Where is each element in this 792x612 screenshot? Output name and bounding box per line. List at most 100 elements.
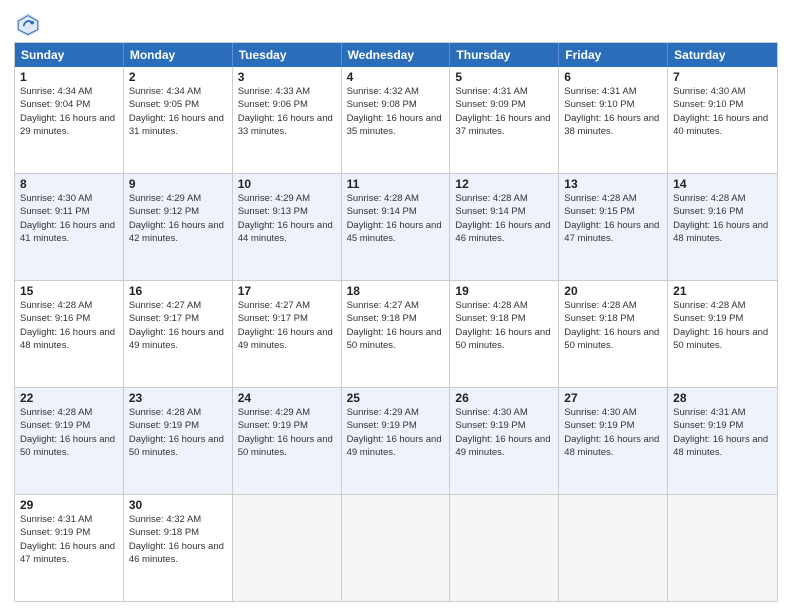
header (14, 10, 778, 38)
calendar: SundayMondayTuesdayWednesdayThursdayFrid… (14, 42, 778, 602)
day-info: Sunrise: 4:33 AMSunset: 9:06 PMDaylight:… (238, 85, 336, 138)
day-info: Sunrise: 4:28 AMSunset: 9:16 PMDaylight:… (20, 299, 118, 352)
day-number: 24 (238, 391, 336, 405)
day-number: 11 (347, 177, 445, 191)
cal-header-tuesday: Tuesday (233, 43, 342, 67)
calendar-cell-3-1: 23Sunrise: 4:28 AMSunset: 9:19 PMDayligh… (124, 388, 233, 494)
cal-header-sunday: Sunday (15, 43, 124, 67)
calendar-row-2: 15Sunrise: 4:28 AMSunset: 9:16 PMDayligh… (15, 280, 777, 387)
day-number: 26 (455, 391, 553, 405)
day-number: 7 (673, 70, 772, 84)
day-info: Sunrise: 4:34 AMSunset: 9:04 PMDaylight:… (20, 85, 118, 138)
day-number: 5 (455, 70, 553, 84)
day-info: Sunrise: 4:30 AMSunset: 9:10 PMDaylight:… (673, 85, 772, 138)
day-number: 25 (347, 391, 445, 405)
day-number: 9 (129, 177, 227, 191)
cal-header-friday: Friday (559, 43, 668, 67)
logo-icon (14, 10, 42, 38)
day-info: Sunrise: 4:28 AMSunset: 9:19 PMDaylight:… (20, 406, 118, 459)
calendar-cell-3-2: 24Sunrise: 4:29 AMSunset: 9:19 PMDayligh… (233, 388, 342, 494)
page: SundayMondayTuesdayWednesdayThursdayFrid… (0, 0, 792, 612)
cal-header-saturday: Saturday (668, 43, 777, 67)
day-number: 14 (673, 177, 772, 191)
day-info: Sunrise: 4:27 AMSunset: 9:17 PMDaylight:… (129, 299, 227, 352)
calendar-cell-0-5: 6Sunrise: 4:31 AMSunset: 9:10 PMDaylight… (559, 67, 668, 173)
day-number: 15 (20, 284, 118, 298)
cal-header-wednesday: Wednesday (342, 43, 451, 67)
day-number: 4 (347, 70, 445, 84)
calendar-row-4: 29Sunrise: 4:31 AMSunset: 9:19 PMDayligh… (15, 494, 777, 601)
calendar-cell-0-4: 5Sunrise: 4:31 AMSunset: 9:09 PMDaylight… (450, 67, 559, 173)
day-info: Sunrise: 4:28 AMSunset: 9:15 PMDaylight:… (564, 192, 662, 245)
calendar-cell-2-6: 21Sunrise: 4:28 AMSunset: 9:19 PMDayligh… (668, 281, 777, 387)
day-info: Sunrise: 4:29 AMSunset: 9:12 PMDaylight:… (129, 192, 227, 245)
day-info: Sunrise: 4:28 AMSunset: 9:19 PMDaylight:… (673, 299, 772, 352)
day-info: Sunrise: 4:30 AMSunset: 9:19 PMDaylight:… (564, 406, 662, 459)
day-number: 23 (129, 391, 227, 405)
calendar-cell-1-3: 11Sunrise: 4:28 AMSunset: 9:14 PMDayligh… (342, 174, 451, 280)
calendar-cell-0-0: 1Sunrise: 4:34 AMSunset: 9:04 PMDaylight… (15, 67, 124, 173)
calendar-cell-1-5: 13Sunrise: 4:28 AMSunset: 9:15 PMDayligh… (559, 174, 668, 280)
day-number: 20 (564, 284, 662, 298)
calendar-cell-1-4: 12Sunrise: 4:28 AMSunset: 9:14 PMDayligh… (450, 174, 559, 280)
day-info: Sunrise: 4:32 AMSunset: 9:18 PMDaylight:… (129, 513, 227, 566)
day-info: Sunrise: 4:30 AMSunset: 9:19 PMDaylight:… (455, 406, 553, 459)
cal-header-monday: Monday (124, 43, 233, 67)
day-info: Sunrise: 4:31 AMSunset: 9:09 PMDaylight:… (455, 85, 553, 138)
calendar-cell-4-6 (668, 495, 777, 601)
day-info: Sunrise: 4:31 AMSunset: 9:19 PMDaylight:… (20, 513, 118, 566)
day-info: Sunrise: 4:28 AMSunset: 9:19 PMDaylight:… (129, 406, 227, 459)
day-info: Sunrise: 4:28 AMSunset: 9:18 PMDaylight:… (564, 299, 662, 352)
calendar-cell-4-0: 29Sunrise: 4:31 AMSunset: 9:19 PMDayligh… (15, 495, 124, 601)
day-number: 30 (129, 498, 227, 512)
calendar-cell-4-1: 30Sunrise: 4:32 AMSunset: 9:18 PMDayligh… (124, 495, 233, 601)
day-info: Sunrise: 4:32 AMSunset: 9:08 PMDaylight:… (347, 85, 445, 138)
calendar-cell-4-3 (342, 495, 451, 601)
day-number: 29 (20, 498, 118, 512)
calendar-row-1: 8Sunrise: 4:30 AMSunset: 9:11 PMDaylight… (15, 173, 777, 280)
calendar-cell-3-4: 26Sunrise: 4:30 AMSunset: 9:19 PMDayligh… (450, 388, 559, 494)
calendar-cell-3-5: 27Sunrise: 4:30 AMSunset: 9:19 PMDayligh… (559, 388, 668, 494)
calendar-header-row: SundayMondayTuesdayWednesdayThursdayFrid… (15, 43, 777, 67)
calendar-cell-3-3: 25Sunrise: 4:29 AMSunset: 9:19 PMDayligh… (342, 388, 451, 494)
day-info: Sunrise: 4:28 AMSunset: 9:14 PMDaylight:… (347, 192, 445, 245)
calendar-cell-2-0: 15Sunrise: 4:28 AMSunset: 9:16 PMDayligh… (15, 281, 124, 387)
calendar-cell-3-0: 22Sunrise: 4:28 AMSunset: 9:19 PMDayligh… (15, 388, 124, 494)
calendar-cell-4-2 (233, 495, 342, 601)
calendar-cell-0-2: 3Sunrise: 4:33 AMSunset: 9:06 PMDaylight… (233, 67, 342, 173)
day-number: 1 (20, 70, 118, 84)
day-number: 18 (347, 284, 445, 298)
day-number: 10 (238, 177, 336, 191)
calendar-cell-1-2: 10Sunrise: 4:29 AMSunset: 9:13 PMDayligh… (233, 174, 342, 280)
day-number: 13 (564, 177, 662, 191)
day-info: Sunrise: 4:31 AMSunset: 9:19 PMDaylight:… (673, 406, 772, 459)
day-number: 16 (129, 284, 227, 298)
cal-header-thursday: Thursday (450, 43, 559, 67)
day-info: Sunrise: 4:29 AMSunset: 9:13 PMDaylight:… (238, 192, 336, 245)
day-number: 27 (564, 391, 662, 405)
day-number: 8 (20, 177, 118, 191)
calendar-cell-2-3: 18Sunrise: 4:27 AMSunset: 9:18 PMDayligh… (342, 281, 451, 387)
day-info: Sunrise: 4:28 AMSunset: 9:14 PMDaylight:… (455, 192, 553, 245)
calendar-cell-1-0: 8Sunrise: 4:30 AMSunset: 9:11 PMDaylight… (15, 174, 124, 280)
day-number: 28 (673, 391, 772, 405)
day-info: Sunrise: 4:27 AMSunset: 9:17 PMDaylight:… (238, 299, 336, 352)
calendar-cell-4-4 (450, 495, 559, 601)
calendar-cell-1-6: 14Sunrise: 4:28 AMSunset: 9:16 PMDayligh… (668, 174, 777, 280)
day-info: Sunrise: 4:34 AMSunset: 9:05 PMDaylight:… (129, 85, 227, 138)
day-number: 12 (455, 177, 553, 191)
calendar-cell-2-1: 16Sunrise: 4:27 AMSunset: 9:17 PMDayligh… (124, 281, 233, 387)
day-info: Sunrise: 4:28 AMSunset: 9:16 PMDaylight:… (673, 192, 772, 245)
day-info: Sunrise: 4:31 AMSunset: 9:10 PMDaylight:… (564, 85, 662, 138)
calendar-cell-2-4: 19Sunrise: 4:28 AMSunset: 9:18 PMDayligh… (450, 281, 559, 387)
day-info: Sunrise: 4:29 AMSunset: 9:19 PMDaylight:… (238, 406, 336, 459)
day-number: 6 (564, 70, 662, 84)
day-number: 2 (129, 70, 227, 84)
day-number: 3 (238, 70, 336, 84)
calendar-cell-3-6: 28Sunrise: 4:31 AMSunset: 9:19 PMDayligh… (668, 388, 777, 494)
calendar-row-0: 1Sunrise: 4:34 AMSunset: 9:04 PMDaylight… (15, 67, 777, 173)
calendar-cell-0-3: 4Sunrise: 4:32 AMSunset: 9:08 PMDaylight… (342, 67, 451, 173)
day-number: 19 (455, 284, 553, 298)
day-info: Sunrise: 4:28 AMSunset: 9:18 PMDaylight:… (455, 299, 553, 352)
day-info: Sunrise: 4:27 AMSunset: 9:18 PMDaylight:… (347, 299, 445, 352)
